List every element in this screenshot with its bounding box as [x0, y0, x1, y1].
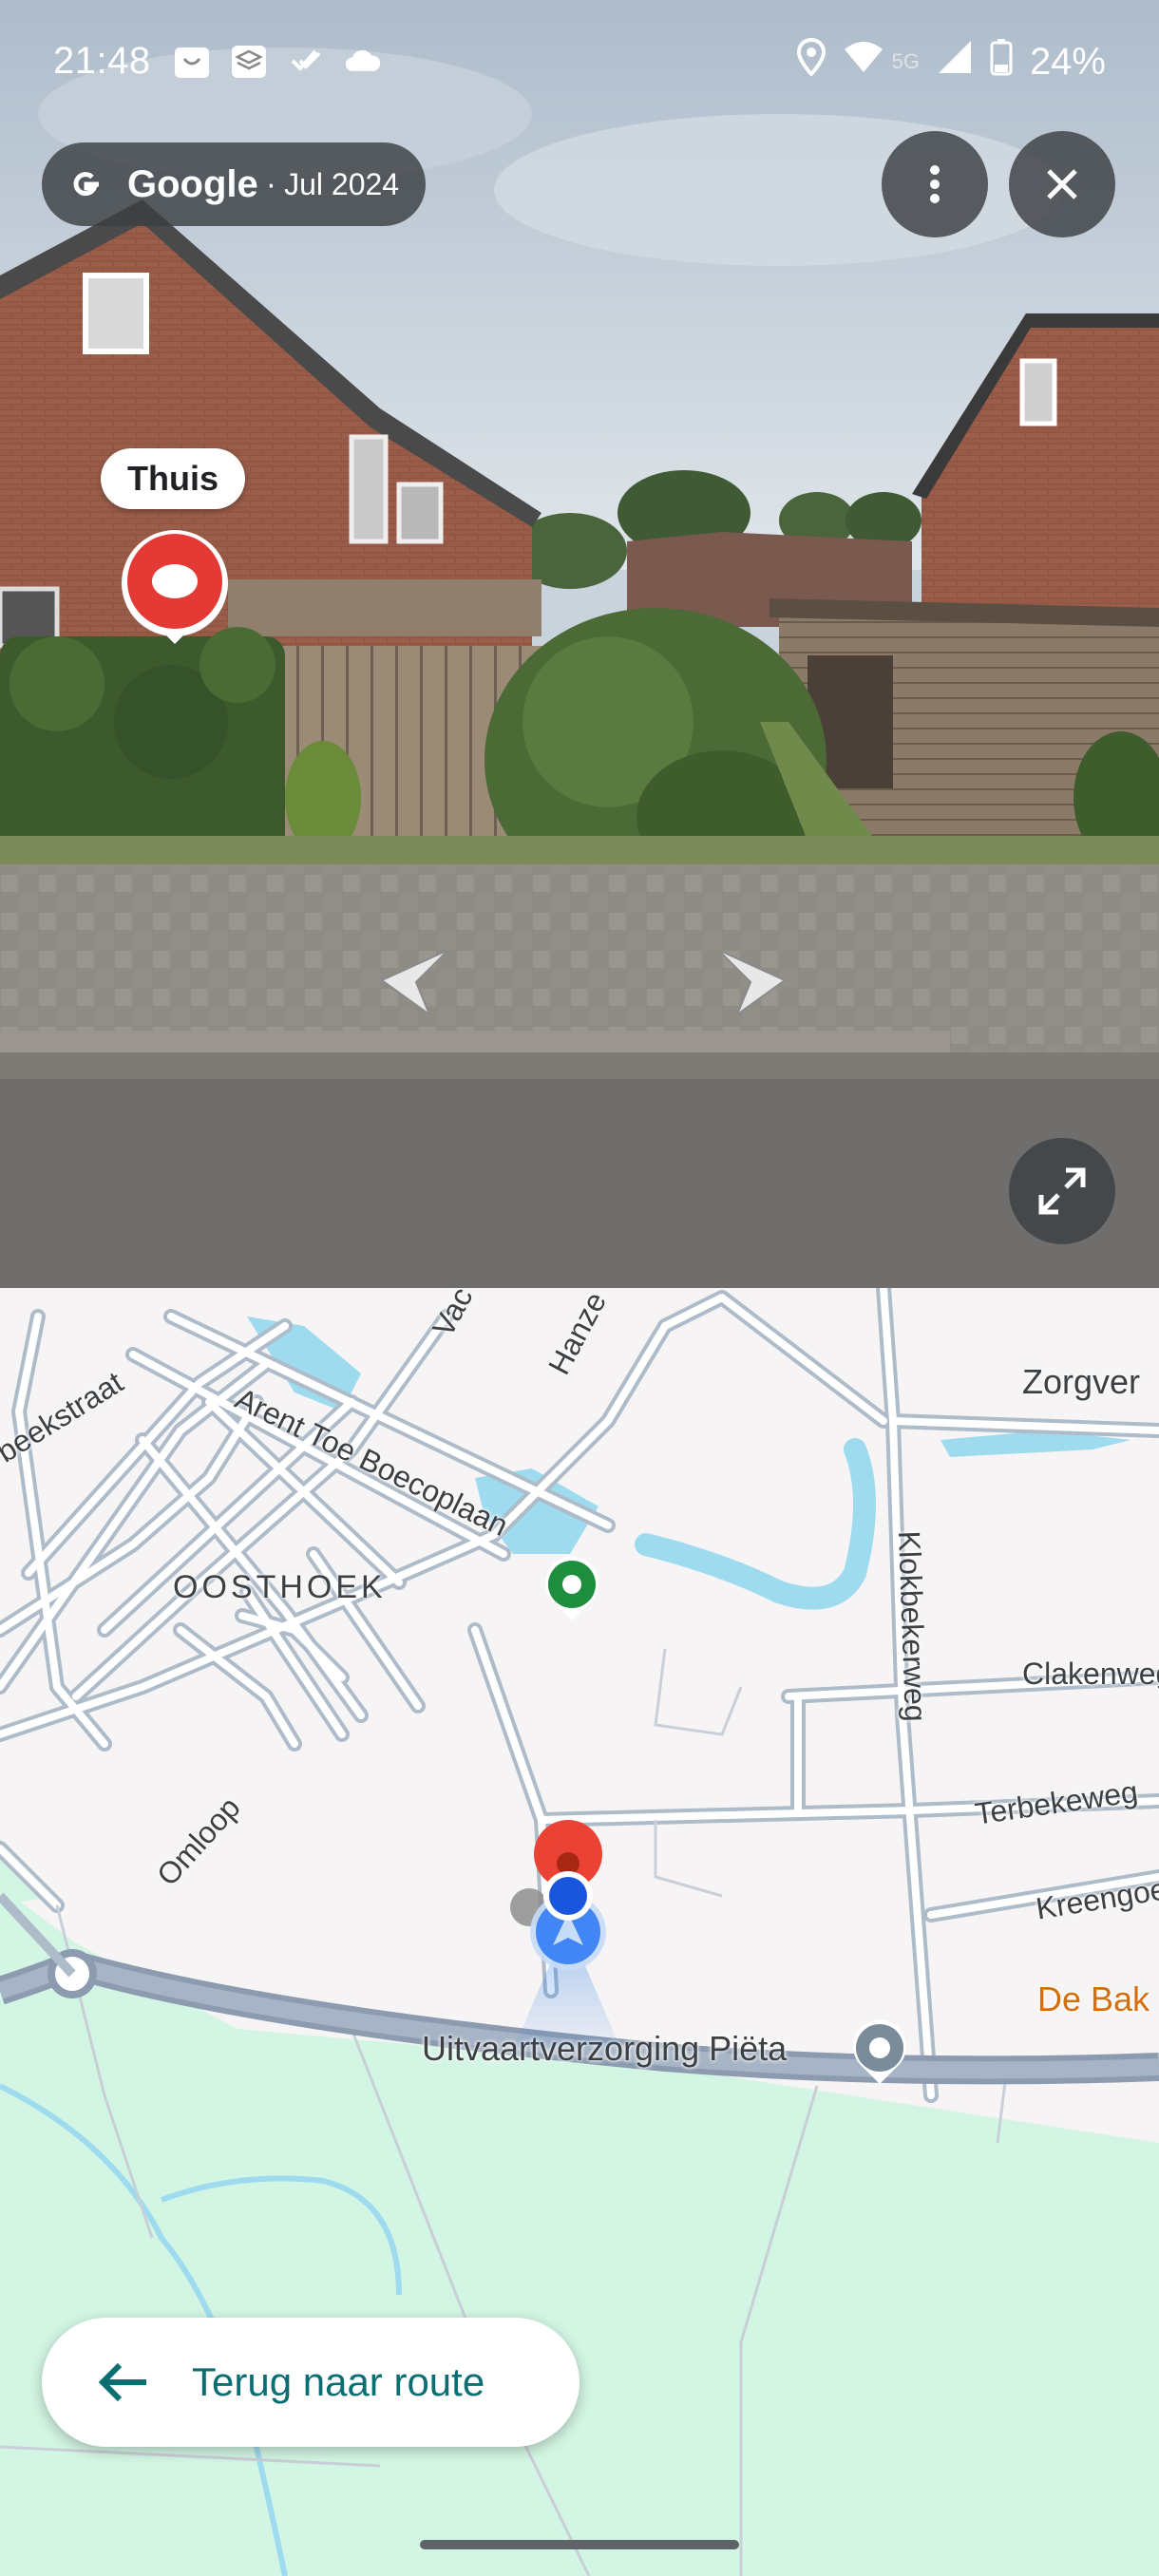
layers-icon	[230, 42, 268, 80]
expand-icon	[1038, 1167, 1086, 1215]
bag-icon	[173, 42, 211, 80]
status-bar: 21:48 5G 24%	[0, 0, 1159, 129]
expand-button[interactable]	[1009, 1138, 1115, 1244]
map-label-place: Zorgver	[1022, 1362, 1141, 1401]
status-right: 5G 24%	[796, 37, 1106, 85]
signal-icon	[937, 39, 973, 85]
capture-date: Jul 2024	[284, 166, 400, 201]
green-place-marker-icon[interactable]	[542, 1554, 602, 1622]
imagery-provider-chip[interactable]: Google · Jul 2024	[42, 142, 427, 226]
provider-separator: ·	[265, 165, 277, 202]
current-location-icon[interactable]	[496, 1801, 638, 2048]
notification-icons	[173, 42, 382, 80]
provider-name: Google	[127, 162, 258, 205]
google-g-icon	[73, 172, 99, 197]
more-options-button[interactable]	[882, 131, 988, 237]
navigate-left-arrow[interactable]	[372, 940, 458, 1016]
tasks-icon	[287, 42, 325, 80]
street-view-panel[interactable]: 21:48 5G 24% Google · Jul 2024 Thuis	[0, 0, 1159, 1288]
wifi-icon	[843, 38, 884, 85]
place-label[interactable]: Thuis	[101, 448, 245, 509]
place-pin-icon[interactable]	[116, 528, 234, 646]
back-to-route-label: Terug naar route	[192, 2359, 485, 2404]
close-button[interactable]	[1009, 131, 1115, 237]
more-icon	[930, 165, 940, 203]
battery-icon	[990, 38, 1013, 85]
map-label-street: Klokbekerweg	[892, 1530, 934, 1723]
map-label-district: OOSTHOEK	[173, 1569, 387, 1605]
map-view[interactable]: Arent Toe Boecoplaan beekstraat OOSTHOEK…	[0, 1288, 1159, 2576]
map-label-street: Clakenweg	[1022, 1657, 1159, 1691]
network-type: 5G	[891, 49, 920, 73]
location-icon	[796, 37, 826, 85]
battery-level: 24%	[1029, 40, 1106, 83]
map-label-poi[interactable]: De Bak	[1037, 1979, 1150, 2019]
cloud-icon	[344, 42, 382, 80]
navigate-right-arrow[interactable]	[709, 940, 794, 1016]
close-icon	[1047, 169, 1077, 199]
home-indicator[interactable]	[420, 2540, 739, 2549]
funeral-home-marker-icon[interactable]	[849, 2017, 910, 2086]
status-time: 21:48	[53, 40, 151, 82]
back-arrow-icon	[98, 2362, 146, 2402]
back-to-route-button[interactable]: Terug naar route	[42, 2318, 580, 2447]
